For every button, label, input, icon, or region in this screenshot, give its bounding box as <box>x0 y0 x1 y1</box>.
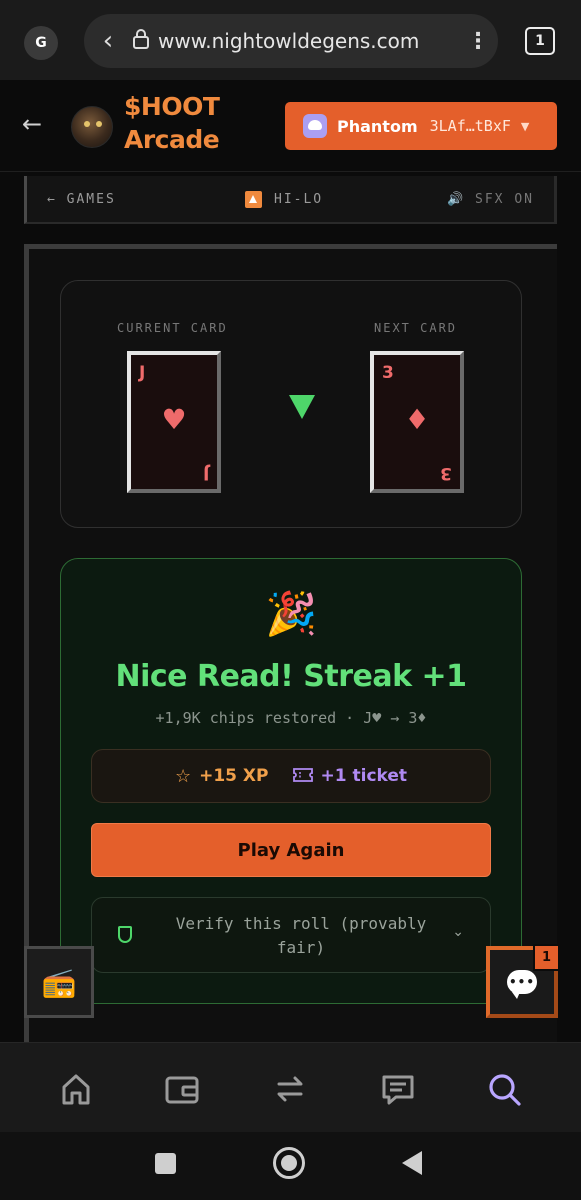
chevron-down-icon: ⌄ <box>452 924 464 940</box>
wallet-button[interactable]: Phantom 3LAf…tBxF ▼ <box>285 102 557 150</box>
wallet-icon[interactable] <box>162 1069 202 1109</box>
owl-logo[interactable] <box>71 106 113 148</box>
browser-back-icon[interactable]: ‹ <box>84 26 132 56</box>
address-bar[interactable]: ‹ www.nightowldegens.com ⋮ <box>84 14 498 68</box>
search-icon[interactable] <box>484 1069 524 1109</box>
speaker-icon: 🔊 <box>447 191 476 207</box>
url-text: www.nightowldegens.com <box>158 29 420 53</box>
app-header: ← $HOOT Arcade Phantom 3LAf…tBxF ▼ <box>0 80 581 172</box>
chat-bubble-icon: ••• <box>507 970 537 999</box>
home-icon[interactable] <box>56 1069 96 1109</box>
brand-line-1: $HOOT <box>124 92 220 121</box>
sfx-toggle[interactable]: 🔊 SFX ON <box>447 192 534 207</box>
game-subnav: ← GAMES HI-LO 🔊 SFX ON <box>24 176 557 224</box>
xp-reward-label: +15 XP <box>199 766 269 786</box>
lock-icon <box>132 29 158 53</box>
radio-icon: 📻 <box>41 965 77 999</box>
system-nav-bar <box>0 1132 581 1200</box>
back-triangle-icon[interactable] <box>402 1151 422 1175</box>
next-card-label: NEXT CARD <box>374 321 458 335</box>
current-card-label: CURRENT CARD <box>117 321 228 335</box>
current-game: HI-LO <box>245 190 324 208</box>
current-game-label: HI-LO <box>274 191 324 207</box>
wallet-name: Phantom <box>337 116 418 136</box>
swap-icon[interactable] <box>270 1069 310 1109</box>
diamond-suit-icon: ♦ <box>404 403 430 436</box>
phantom-ghost-icon <box>303 114 327 138</box>
card-rank-bottom: 3 <box>440 463 452 483</box>
caret-down-icon: ▼ <box>520 119 530 133</box>
profile-avatar[interactable]: G <box>24 26 58 60</box>
verify-roll-toggle[interactable]: Verify this roll (provably fair) ⌄ <box>91 897 491 973</box>
card-rank: J <box>139 363 146 383</box>
result-panel: 🎉 Nice Read! Streak +1 +1,9K chips resto… <box>60 558 522 1004</box>
chat-unread-badge: 1 <box>533 944 560 971</box>
rewards-box: ☆ +15 XP +1 ticket <box>91 749 491 803</box>
radio-button[interactable]: 📻 <box>24 946 94 1018</box>
tab-switcher-button[interactable]: 1 <box>525 27 555 55</box>
play-again-button[interactable]: Play Again <box>91 823 491 877</box>
wallet-address: 3LAf…tBxF <box>429 117 511 135</box>
current-card: J ♥ J <box>127 351 221 493</box>
cards-panel: CURRENT CARD NEXT CARD J ♥ J 3 ♦ 3 <box>60 280 522 528</box>
browser-toolbar: G ‹ www.nightowldegens.com ⋮ 1 <box>0 0 581 80</box>
brand-name[interactable]: $HOOT Arcade <box>124 90 220 156</box>
bottom-nav <box>0 1042 581 1132</box>
games-link[interactable]: ← GAMES <box>47 192 116 207</box>
home-circle-icon[interactable] <box>273 1147 305 1179</box>
browser-menu-icon[interactable]: ⋮ <box>458 29 498 54</box>
card-rank-bottom: J <box>202 463 209 483</box>
heart-suit-icon: ♥ <box>161 403 187 436</box>
down-arrow-icon <box>289 395 315 419</box>
xp-reward: ☆ +15 XP <box>175 766 269 787</box>
triangle-warning-icon <box>245 190 262 208</box>
recents-icon[interactable] <box>155 1153 176 1174</box>
brand-line-2: Arcade <box>124 125 220 154</box>
result-subtitle: +1,9K chips restored · J♥ → 3♦ <box>155 709 427 727</box>
shield-check-icon <box>118 926 132 943</box>
sfx-label: SFX ON <box>475 191 534 207</box>
star-icon: ☆ <box>174 765 192 787</box>
result-title: Nice Read! Streak +1 <box>115 659 468 694</box>
ticket-reward: +1 ticket <box>292 766 408 787</box>
next-card: 3 ♦ 3 <box>370 351 464 493</box>
messages-icon[interactable] <box>378 1069 418 1109</box>
ticket-reward-label: +1 ticket <box>320 766 408 786</box>
back-arrow-icon[interactable]: ← <box>22 110 42 138</box>
ticket-icon <box>292 766 313 787</box>
party-popper-icon: 🎉 <box>265 589 318 638</box>
card-rank: 3 <box>382 363 394 383</box>
verify-roll-label: Verify this roll (provably fair) <box>175 914 427 957</box>
